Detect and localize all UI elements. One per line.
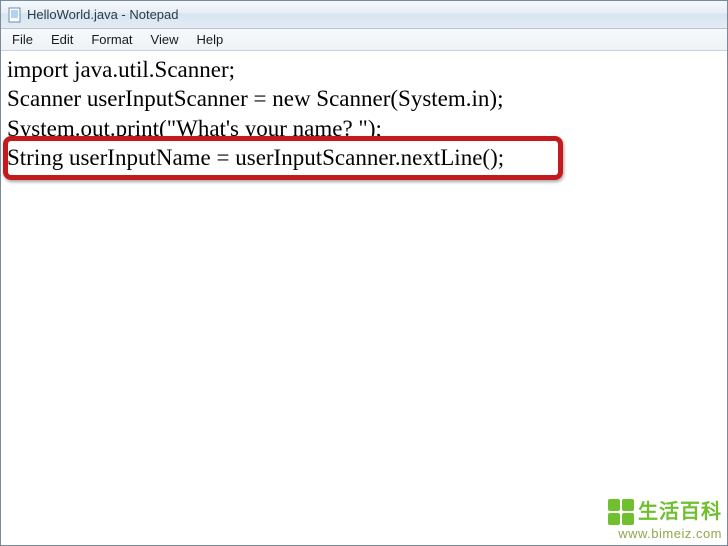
watermark-text: 生活百科 [638, 502, 722, 522]
titlebar: HelloWorld.java - Notepad [1, 1, 727, 29]
menu-view[interactable]: View [142, 30, 188, 49]
watermark-url: www.bimeiz.com [608, 527, 722, 540]
menu-format[interactable]: Format [82, 30, 141, 49]
editor-content[interactable]: import java.util.Scanner; Scanner userIn… [1, 51, 727, 545]
watermark: 生活百科 www.bimeiz.com [608, 499, 722, 540]
menu-help[interactable]: Help [187, 30, 232, 49]
notepad-window: HelloWorld.java - Notepad File Edit Form… [0, 0, 728, 546]
code-line-4: String userInputName = userInputScanner.… [7, 143, 721, 172]
watermark-logo-icon [608, 499, 634, 525]
menu-edit[interactable]: Edit [42, 30, 82, 49]
menubar: File Edit Format View Help [1, 29, 727, 51]
menu-file[interactable]: File [3, 30, 42, 49]
notepad-icon [7, 7, 23, 23]
window-title: HelloWorld.java - Notepad [27, 7, 179, 22]
watermark-logo-row: 生活百科 [608, 499, 722, 525]
code-line-1: import java.util.Scanner; [7, 55, 721, 84]
code-line-2: Scanner userInputScanner = new Scanner(S… [7, 84, 721, 113]
code-line-3: System.out.print("What's your name? "); [7, 114, 721, 143]
